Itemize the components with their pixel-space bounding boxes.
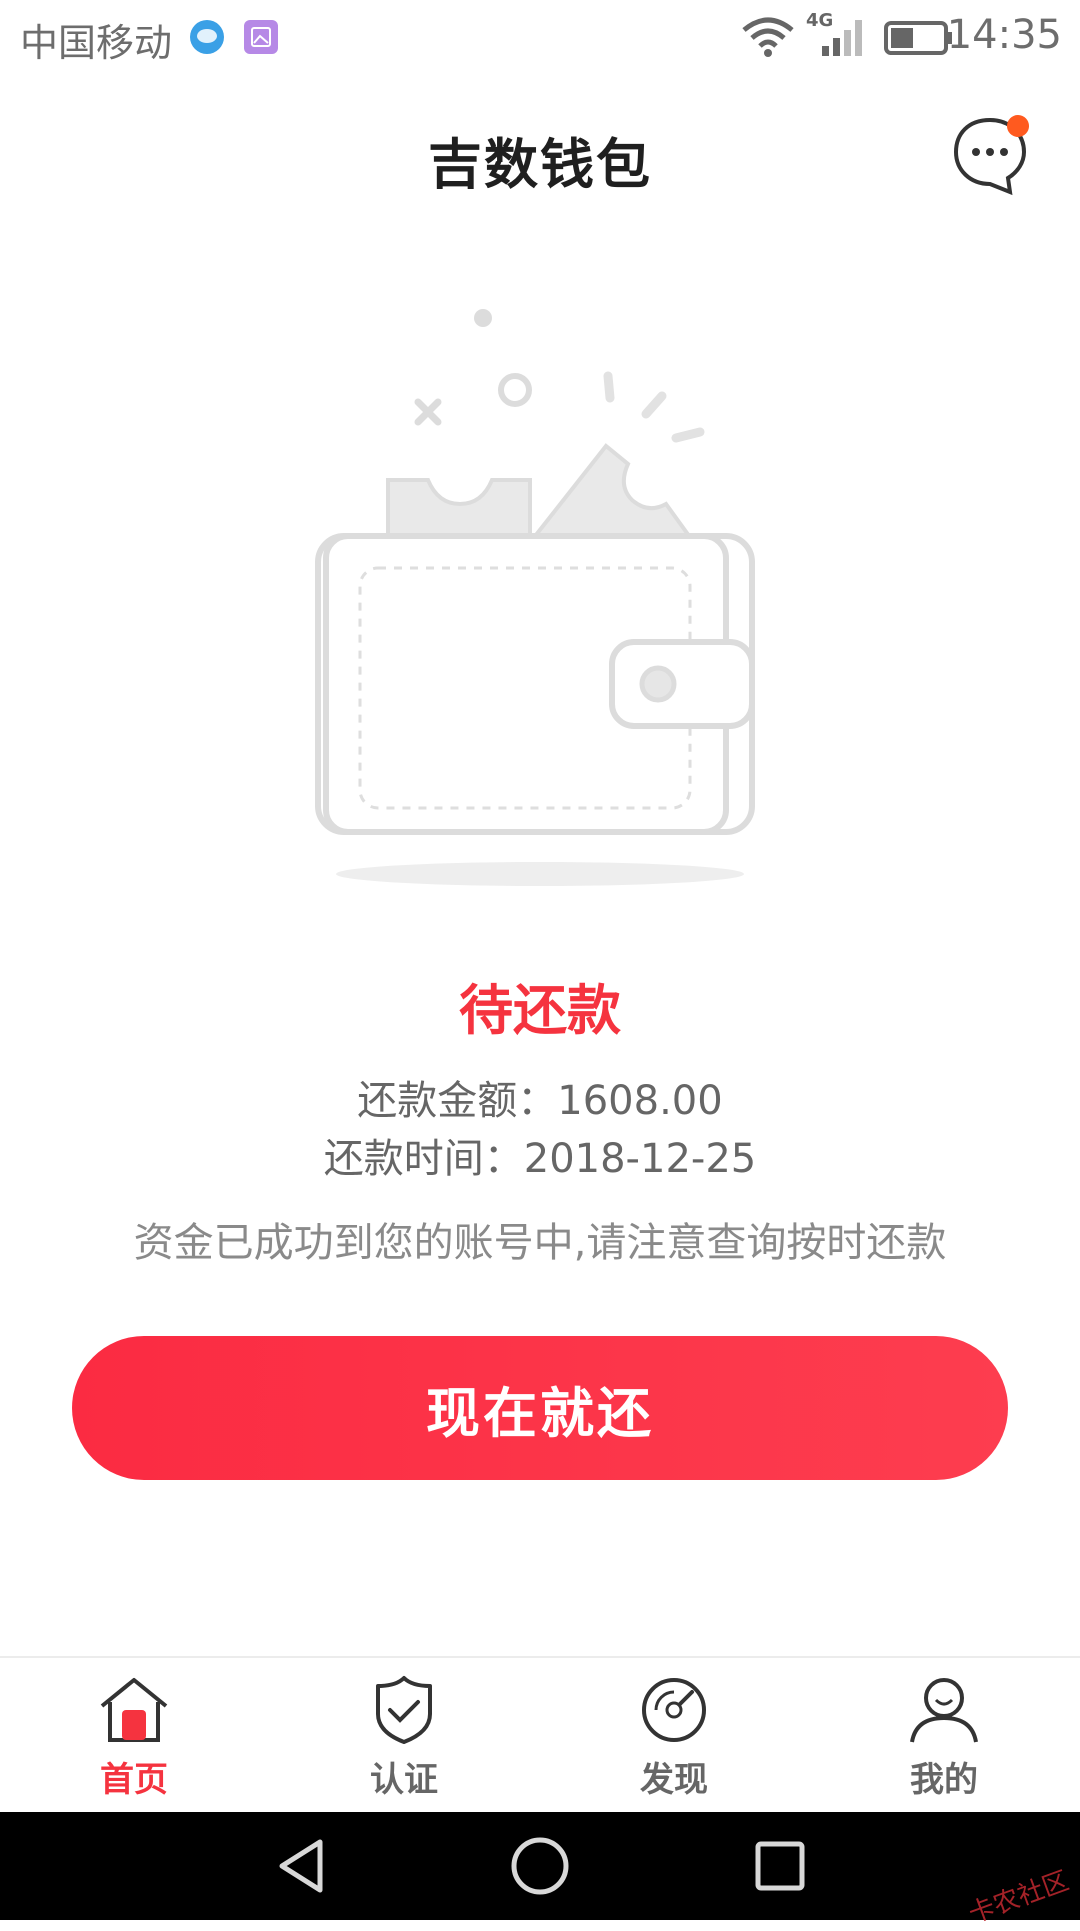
recents-square-icon <box>755 1841 805 1891</box>
compass-icon <box>642 1678 706 1742</box>
repayment-amount: 还款金额：1608.00 <box>357 1078 723 1124</box>
message-app-icon <box>188 18 226 60</box>
tab-discover-label: 发现 <box>640 1760 708 1800</box>
user-icon <box>910 1678 978 1743</box>
gallery-app-icon <box>242 18 280 60</box>
notification-dot <box>1007 115 1029 137</box>
message-button[interactable] <box>948 112 1034 198</box>
wifi-icon <box>740 16 796 62</box>
tab-verify-label: 认证 <box>370 1760 438 1800</box>
status-bar: 中国移动 4G 14:35 <box>0 0 1080 76</box>
bottom-tab-bar: 首页 认证 发现 我的 <box>0 1656 1080 1814</box>
repay-now-button[interactable]: 现在就还 <box>72 1336 1008 1480</box>
shield-check-icon <box>376 1676 432 1744</box>
wallet-illustration <box>300 290 780 900</box>
tab-verify[interactable]: 认证 <box>324 1674 484 1804</box>
carrier-name: 中国移动 <box>20 21 173 65</box>
home-icon <box>100 1678 168 1742</box>
page-title: 吉数钱包 <box>428 133 652 196</box>
battery-icon <box>884 20 954 60</box>
title-bar: 吉数钱包 <box>0 76 1080 228</box>
chat-bubble-icon <box>953 115 1029 196</box>
clock: 14:35 <box>946 12 1062 58</box>
back-triangle-icon <box>279 1839 323 1893</box>
tab-home-label: 首页 <box>100 1760 168 1800</box>
back-button[interactable] <box>270 1834 334 1898</box>
recents-button[interactable] <box>748 1834 812 1898</box>
home-circle-icon <box>511 1837 569 1895</box>
signal-icon <box>818 18 868 62</box>
tab-mine[interactable]: 我的 <box>864 1674 1024 1804</box>
home-nav-button[interactable] <box>508 1834 572 1898</box>
repayment-date: 还款时间：2018-12-25 <box>323 1136 757 1182</box>
watermark: 卡农社区 <box>964 1865 1073 1930</box>
tab-mine-label: 我的 <box>910 1760 978 1800</box>
system-nav-bar: 卡农社区 <box>0 1812 1080 1930</box>
repayment-notice: 资金已成功到您的账号中,请注意查询按时还款 <box>133 1220 947 1266</box>
tab-discover[interactable]: 发现 <box>594 1674 754 1804</box>
tab-home[interactable]: 首页 <box>54 1674 214 1804</box>
loan-status: 待还款 <box>459 979 621 1042</box>
